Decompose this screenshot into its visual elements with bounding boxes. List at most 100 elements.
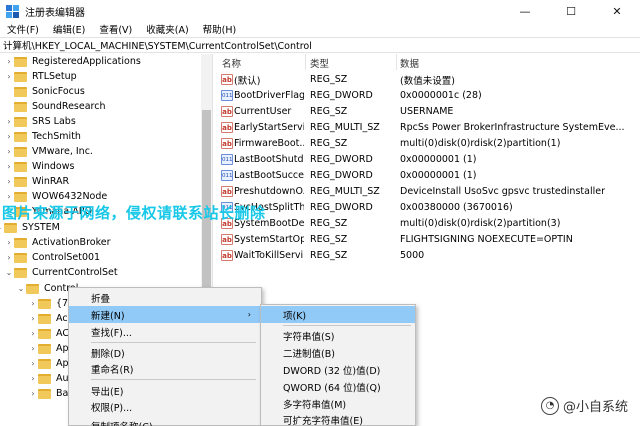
logo-icon: ◔ [540,396,559,415]
string-value-icon: ab [221,186,233,198]
collapse-menu-item[interactable]: 折叠 [69,289,261,306]
new-menu-item[interactable]: 新建(N) › [69,306,261,323]
menu-favorites[interactable]: 收藏夹(A) [139,22,195,36]
string-value-icon: ab [221,234,233,246]
rename-menu-item[interactable]: 重命名(R) [69,360,261,377]
value-row[interactable]: 011LastBootShutd...REG_DWORD0x00000001 (… [216,152,640,168]
tree-item[interactable]: SonicFocus [4,84,85,99]
expand-arrow-icon[interactable]: › [4,72,14,81]
tree-item[interactable]: › ControlSet001 [4,250,100,265]
tree-scrollbar-thumb[interactable] [202,110,211,290]
value-row[interactable]: abEarlyStartServi...REG_MULTI_SZRpcSs Po… [216,120,640,136]
tree-item[interactable]: › VMware, Inc. [4,144,93,159]
tree-item[interactable]: › Ba [28,386,68,401]
expand-arrow-icon[interactable]: › [4,177,14,186]
watermark-text: 图片来源于网络，侵权请联系站长删除 [2,204,266,222]
expand-arrow-icon[interactable]: › [28,299,38,308]
delete-menu-item[interactable]: 删除(D) [69,344,261,361]
value-row[interactable]: abWaitToKillServi...REG_SZ5000 [216,248,640,264]
menu-separator [91,342,256,343]
folder-icon [38,343,51,354]
collapse-arrow-icon[interactable]: ⌄ [16,284,26,293]
column-divider[interactable] [305,54,306,70]
value-row[interactable]: ab CurrentUser REG_SZ USERNAME [216,104,640,120]
string-value-icon: ab [221,74,233,86]
menu-separator [91,379,256,380]
tree-item[interactable]: › ActivationBroker [4,235,110,250]
context-menu: 折叠 新建(N) › 查找(F)... 删除(D) 重命名(R) 导出(E) 权限… [68,287,262,426]
new-string-value-menu-item[interactable]: 字符串值(S) [261,327,415,344]
expand-arrow-icon[interactable]: › [4,253,14,262]
tree-item[interactable]: › TechSmith [4,129,81,144]
address-bar[interactable]: 计算机\HKEY_LOCAL_MACHINE\SYSTEM\CurrentCon… [0,37,640,53]
expand-arrow-icon[interactable]: › [4,132,14,141]
collapse-arrow-icon[interactable]: ⌄ [4,268,14,277]
menu-edit[interactable]: 编辑(E) [46,22,92,36]
maximize-button[interactable]: ☐ [548,0,594,22]
expand-arrow-icon[interactable]: › [28,374,38,383]
tree-item[interactable]: › SRS Labs [4,114,75,129]
expand-arrow-icon[interactable]: › [4,117,14,126]
tree-item[interactable]: › Au [28,371,68,386]
new-expandable-string-menu-item[interactable]: 可扩充字符串值(E) [261,411,415,426]
permissions-menu-item[interactable]: 权限(P)... [69,398,261,415]
menu-view[interactable]: 查看(V) [92,22,139,36]
folder-icon [38,358,51,369]
folder-icon [26,283,39,294]
value-row[interactable]: 011SvcHostSplitTh...REG_DWORD0x00380000 … [216,200,640,216]
copy-key-name-menu-item[interactable]: 复制项名称(C) [69,417,261,426]
export-menu-item[interactable]: 导出(E) [69,382,261,399]
column-header-name[interactable]: 名称 [222,56,241,70]
tree-item[interactable]: SoundResearch [4,99,106,114]
expand-arrow-icon[interactable]: › [4,57,14,66]
string-value-icon: ab [221,106,233,118]
minimize-button[interactable]: — [502,0,548,22]
value-row[interactable]: ab FirmwareBoot... REG_SZ multi(0)disk(0)rd… [216,136,640,152]
tree-item[interactable]: › RegisteredApplications [4,54,140,69]
new-qword-value-menu-item[interactable]: QWORD (64 位)值(Q) [261,378,415,395]
menu-file[interactable]: 文件(F) [0,22,46,36]
new-binary-value-menu-item[interactable]: 二进制值(B) [261,344,415,361]
folder-icon [14,116,27,127]
new-dword-value-menu-item[interactable]: DWORD (32 位)值(D) [261,361,415,378]
expand-arrow-icon[interactable]: › [28,389,38,398]
source-logo: ◔ @小自系统 [540,396,628,415]
menu-help[interactable]: 帮助(H) [196,22,244,36]
value-row[interactable]: abSystemBootDe...REG_SZmulti(0)disk(0)rd… [216,216,640,232]
value-row[interactable]: 011LastBootSucce...REG_DWORD0x00000001 (… [216,168,640,184]
folder-icon [14,71,27,82]
tree-item[interactable]: › Ap [28,356,68,371]
value-row[interactable]: ab PreshutdownO... REG_MULTI_SZ DeviceInsta… [216,184,640,200]
tree-item[interactable]: › Ap [28,341,68,356]
tree-item[interactable]: ⌄ CurrentControlSet [4,265,118,280]
expand-arrow-icon[interactable]: › [4,147,14,156]
tree-item[interactable]: › WinRAR [4,174,69,189]
value-row[interactable]: 011 BootDriverFlags REG_DWORD 0x0000001c (2… [216,88,640,104]
column-header-data[interactable]: 数据 [400,56,419,70]
new-submenu: 项(K) 字符串值(S) 二进制值(B) DWORD (32 位)值(D) QW… [260,304,416,426]
close-button[interactable]: ✕ [594,0,640,22]
folder-icon [14,101,27,112]
title-bar: 注册表编辑器 — ☐ ✕ [0,0,640,22]
expand-arrow-icon[interactable]: › [28,314,38,323]
find-menu-item[interactable]: 查找(F)... [69,323,261,340]
expand-arrow-icon[interactable]: › [4,162,14,171]
new-key-menu-item[interactable]: 项(K) [261,306,415,323]
tree-item[interactable]: › Ac [28,311,67,326]
value-row[interactable]: ab (默认) REG_SZ (数值未设置) [216,72,640,88]
expand-arrow-icon[interactable]: › [28,329,38,338]
value-row[interactable]: abSystemStartOp...REG_SZ FLIGHTSIGNING N… [216,232,640,248]
tree-item[interactable]: › RTLSetup [4,69,76,84]
tree-item[interactable]: › AC [28,326,69,341]
expand-arrow-icon[interactable]: › [28,359,38,368]
tree-item[interactable]: › Windows [4,159,74,174]
column-divider[interactable] [396,54,397,70]
column-header-type[interactable]: 类型 [310,56,329,70]
folder-icon [4,222,17,233]
submenu-arrow-icon: › [247,310,251,319]
expand-arrow-icon[interactable]: › [4,192,14,201]
expand-arrow-icon[interactable]: › [4,238,14,247]
new-multi-string-menu-item[interactable]: 多字符串值(M) [261,395,415,412]
folder-icon [14,56,27,67]
expand-arrow-icon[interactable]: › [28,344,38,353]
